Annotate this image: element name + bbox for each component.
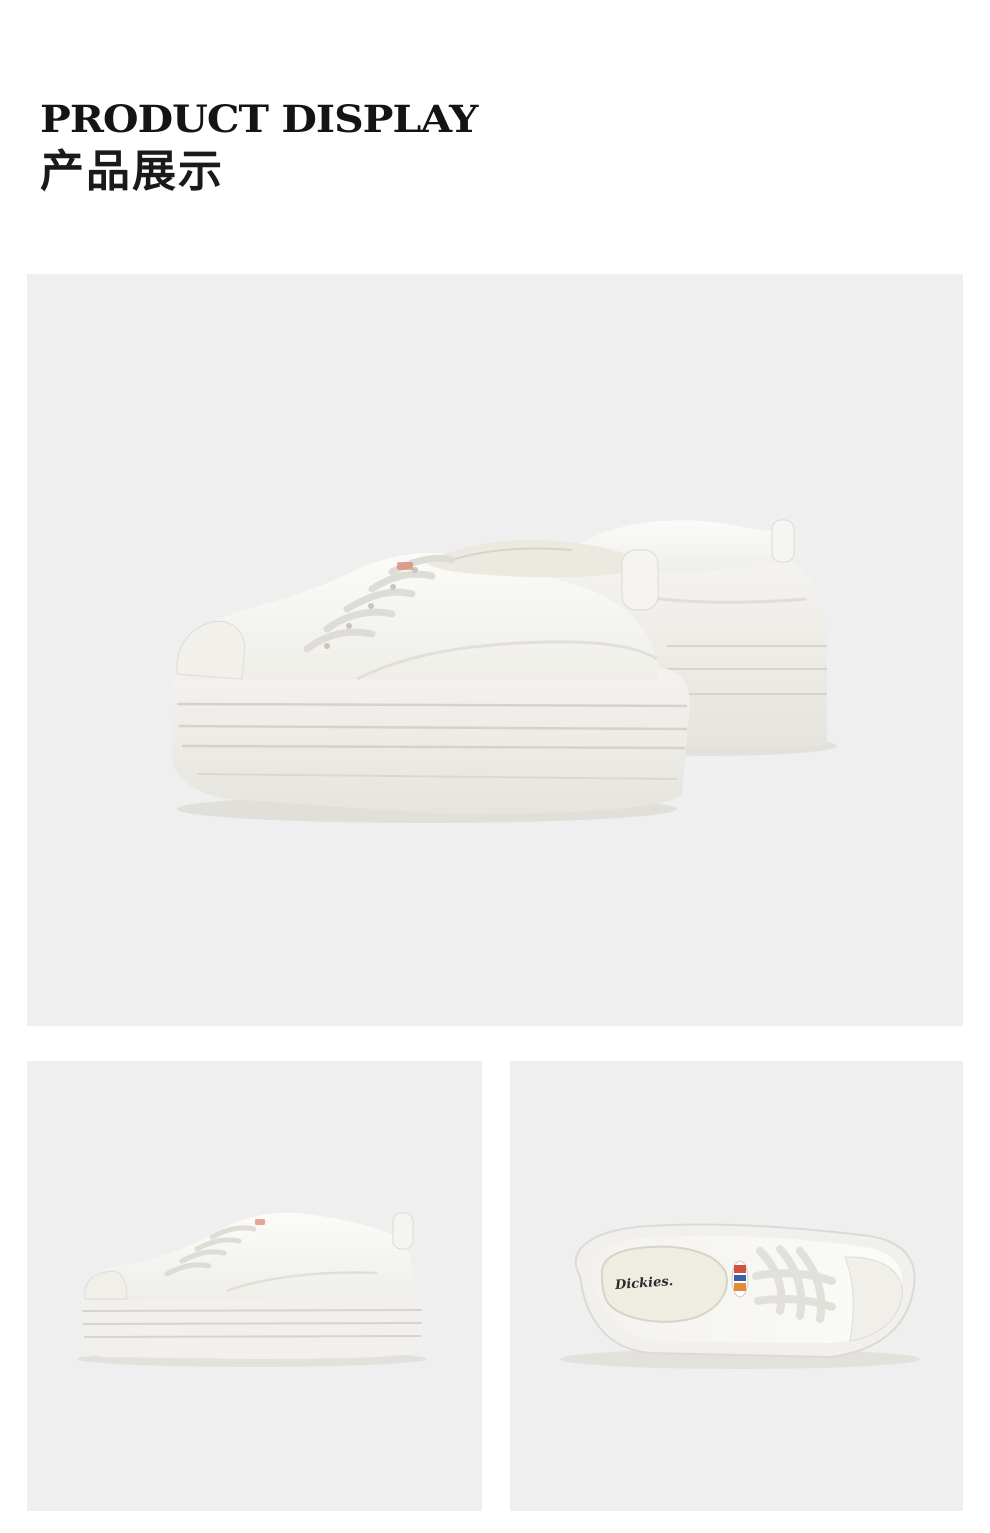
- page-title-english: PRODUCT DISPLAY: [40, 97, 478, 142]
- sneaker-pair-icon: [172, 519, 837, 823]
- sneaker-side-view-icon: [77, 1212, 427, 1367]
- page-header: PRODUCT DISPLAY 产品展示: [40, 98, 740, 198]
- product-photo-main: [27, 274, 963, 1026]
- page-title-chinese: 产品展示: [40, 146, 224, 197]
- product-photo-side: [27, 1061, 482, 1511]
- product-photo-top: Dickies.: [510, 1061, 963, 1511]
- tongue-badge-icon: [731, 1260, 749, 1298]
- sneaker-top-view-icon: Dickies.: [560, 1223, 920, 1369]
